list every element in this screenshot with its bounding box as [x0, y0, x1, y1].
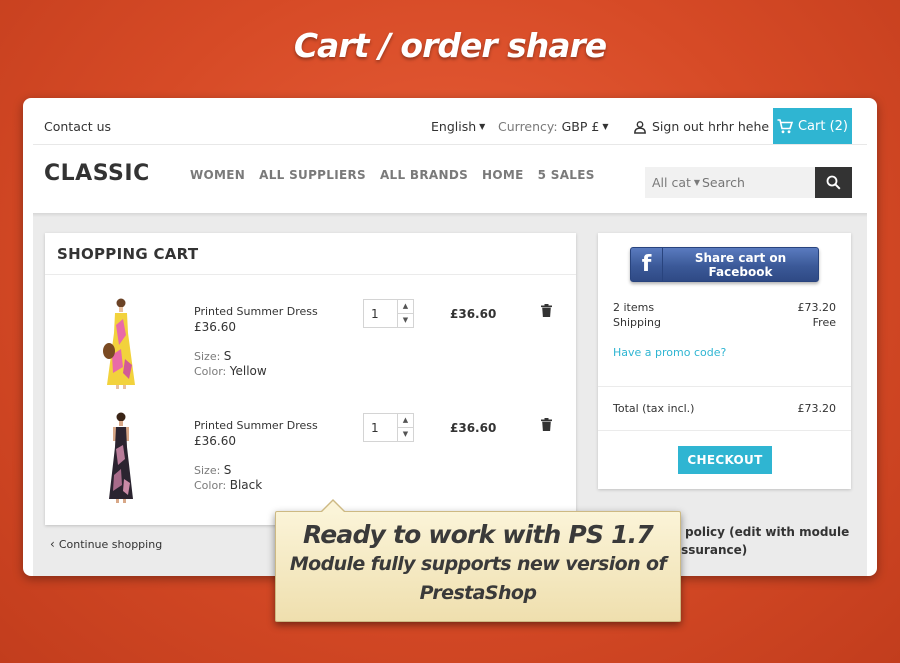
quantity-value[interactable]: 1 — [364, 414, 397, 441]
facebook-icon: f — [631, 248, 663, 281]
promo-code-link[interactable]: Have a promo code? — [613, 346, 726, 359]
trash-icon[interactable] — [541, 418, 552, 431]
shopping-cart-icon — [777, 118, 793, 133]
caret-down-icon: ▼ — [602, 122, 609, 131]
menu-item-all-brands[interactable]: ALL BRANDS — [380, 168, 468, 182]
summary-shipping-row: Shipping Free — [613, 316, 836, 329]
contact-link[interactable]: Contact us — [44, 119, 111, 134]
color-label: Color: — [194, 479, 227, 492]
summary-items-row: 2 items £73.20 — [613, 301, 836, 314]
checkout-button[interactable]: CHECKOUT — [678, 446, 772, 474]
cart-item: Printed Summer Dress £36.60 Size: S Colo… — [45, 409, 576, 519]
quantity-stepper[interactable]: 1 ▲ ▼ — [363, 299, 414, 328]
line-total: £36.60 — [450, 307, 497, 321]
shop-window: Contact us English ▼ Currency: GBP £ ▼ Sig… — [23, 98, 877, 576]
color-label: Color: — [194, 365, 227, 378]
cart-summary-panel: f Share cart on Facebook 2 items £73.20 … — [598, 233, 851, 489]
product-color: Color: Black — [194, 478, 262, 492]
size-value: S — [223, 463, 232, 477]
divider — [598, 386, 851, 387]
product-size: Size: S — [194, 349, 231, 363]
quantity-stepper[interactable]: 1 ▲ ▼ — [363, 413, 414, 442]
product-name[interactable]: Printed Summer Dress — [194, 419, 318, 432]
product-image-black-dress[interactable] — [85, 409, 155, 504]
banner-title: Cart / order share — [293, 26, 607, 65]
continue-shopping-link[interactable]: ‹ Continue shopping — [50, 537, 162, 551]
line-total: £36.60 — [450, 421, 497, 435]
reassurance-line-2: assurance) — [673, 543, 748, 557]
shop-logo[interactable]: CLASSIC — [44, 161, 150, 186]
cart-label: Cart (2) — [797, 118, 849, 134]
share-cart-facebook-button[interactable]: f Share cart on Facebook — [630, 247, 819, 282]
language-label: English — [431, 119, 477, 134]
chevron-up-icon[interactable]: ▲ — [398, 300, 413, 314]
color-value: Black — [229, 478, 263, 492]
total-label: Total (tax incl.) — [613, 402, 695, 415]
color-value: Yellow — [229, 364, 267, 378]
search-input[interactable] — [702, 175, 802, 190]
shipping-label: Shipping — [613, 316, 661, 329]
cart-item: Printed Summer Dress £36.60 Size: S Colo… — [45, 295, 576, 405]
product-price: £36.60 — [194, 320, 236, 334]
user-icon — [634, 120, 646, 134]
quantity-value[interactable]: 1 — [364, 300, 397, 327]
product-size: Size: S — [194, 463, 231, 477]
search-category-label: All cat — [652, 175, 691, 190]
signout-link[interactable]: Sign out — [633, 119, 704, 134]
header-divider — [33, 144, 867, 145]
menu-item-sales[interactable]: 5 SALES — [538, 168, 595, 182]
shopping-cart-panel: SHOPPING CART Printed Summer Dress £36.6… — [45, 233, 576, 525]
items-subtotal: £73.20 — [797, 301, 837, 314]
feature-callout: Ready to work with PS 1.7 Module fully s… — [275, 499, 681, 622]
size-value: S — [223, 349, 232, 363]
chevron-down-icon[interactable]: ▼ — [398, 428, 413, 441]
search-button[interactable] — [815, 167, 852, 198]
shipping-value: Free — [812, 316, 836, 329]
divider — [45, 274, 576, 275]
product-color: Color: Yellow — [194, 364, 267, 378]
product-price: £36.60 — [194, 434, 236, 448]
chevron-left-icon: ‹ — [50, 537, 55, 551]
top-nav: Contact us English ▼ Currency: GBP £ ▼ Sig… — [23, 108, 877, 144]
summary-total-row: Total (tax incl.) £73.20 — [613, 402, 836, 415]
menu-item-home[interactable]: HOME — [482, 168, 524, 182]
cart-button[interactable]: Cart (2) — [773, 108, 852, 144]
currency-label: Currency: — [498, 119, 558, 134]
chevron-down-icon[interactable]: ▼ — [398, 314, 413, 327]
signout-label: Sign out — [652, 119, 704, 134]
cart-title: SHOPPING CART — [57, 245, 199, 263]
menu-item-all-suppliers[interactable]: ALL SUPPLIERS — [259, 168, 366, 182]
language-selector[interactable]: English ▼ — [431, 119, 485, 134]
items-count: 2 items — [613, 301, 655, 314]
trash-icon[interactable] — [541, 304, 552, 317]
currency-value: GBP £ — [561, 119, 600, 134]
search-bar: All cat ▼ — [645, 167, 815, 198]
callout-line-1: Module fully supports new version of — [289, 553, 667, 575]
search-icon — [826, 175, 841, 190]
product-image-yellow-dress[interactable] — [85, 295, 155, 390]
caret-down-icon: ▼ — [479, 122, 486, 131]
continue-shopping-label: Continue shopping — [58, 538, 163, 551]
size-label: Size: — [194, 350, 221, 363]
currency-selector[interactable]: Currency: GBP £ ▼ — [498, 119, 609, 134]
size-label: Size: — [194, 464, 221, 477]
account-name[interactable]: hrhr hehe — [708, 119, 769, 134]
product-name[interactable]: Printed Summer Dress — [194, 305, 318, 318]
reassurance-block: y policy (edit with module assurance) — [673, 523, 849, 559]
menu-item-women[interactable]: WOMEN — [190, 168, 245, 182]
search-category-select[interactable]: All cat ▼ — [652, 175, 702, 190]
caret-down-icon: ▼ — [693, 178, 701, 187]
chevron-up-icon[interactable]: ▲ — [398, 414, 413, 428]
divider — [598, 430, 851, 431]
share-cart-label: Share cart on Facebook — [694, 250, 787, 279]
reassurance-line-1: y policy (edit with module — [673, 525, 850, 539]
main-menu: WOMEN ALL SUPPLIERS ALL BRANDS HOME 5 SA… — [190, 168, 595, 182]
callout-line-2: PrestaShop — [419, 582, 537, 604]
total-value: £73.20 — [797, 402, 837, 415]
callout-heading: Ready to work with PS 1.7 — [303, 520, 654, 549]
